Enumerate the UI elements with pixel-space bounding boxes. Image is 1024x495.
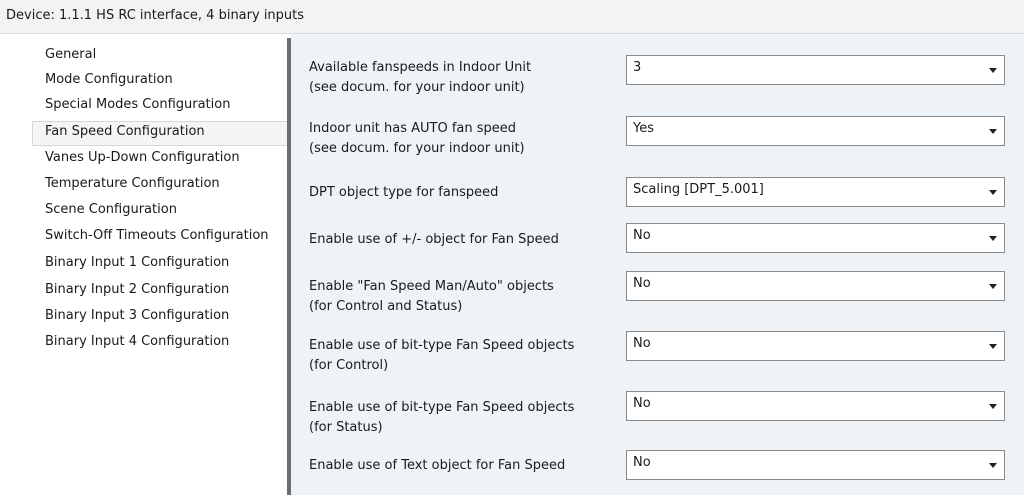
param-label-bit-type-status: Enable use of bit-type Fan Speed objects… <box>309 400 575 435</box>
chevron-down-icon <box>989 129 997 134</box>
chevron-down-icon <box>989 190 997 195</box>
device-title: Device: 1.1.1 HS RC interface, 4 binary … <box>0 0 1024 34</box>
sidebar-item-special-modes-configuration[interactable]: Special Modes Configuration <box>32 94 287 119</box>
param-label-available-fanspeeds: Available fanspeeds in Indoor Unit (see … <box>309 60 532 95</box>
param-label-bit-type-control: Enable use of bit-type Fan Speed objects… <box>309 338 575 373</box>
select-text-object[interactable]: No <box>626 450 1005 480</box>
param-label-auto-fan-speed: Indoor unit has AUTO fan speed (see docu… <box>309 121 525 156</box>
sidebar-item-binary-input-4-configuration[interactable]: Binary Input 4 Configuration <box>32 331 287 356</box>
param-label-text-object: Enable use of Text object for Fan Speed <box>309 458 566 473</box>
param-label-dpt-object-type: DPT object type for fanspeed <box>309 185 499 200</box>
chevron-down-icon <box>989 344 997 349</box>
sidebar-item-mode-configuration[interactable]: Mode Configuration <box>32 69 287 94</box>
sidebar-item-switch-off-timeouts-configuration[interactable]: Switch-Off Timeouts Configuration <box>32 225 287 250</box>
chevron-down-icon <box>989 68 997 73</box>
sidebar-item-general[interactable]: General <box>32 44 287 69</box>
chevron-down-icon <box>989 463 997 468</box>
sidebar-item-vanes-up-down-configuration[interactable]: Vanes Up-Down Configuration <box>32 147 287 172</box>
parameter-panel: Available fanspeeds in Indoor Unit (see … <box>291 34 1024 495</box>
sidebar-item-binary-input-1-configuration[interactable]: Binary Input 1 Configuration <box>32 252 287 277</box>
param-label-plus-minus-object: Enable use of +/- object for Fan Speed <box>309 232 559 247</box>
select-bit-type-status[interactable]: No <box>626 391 1005 421</box>
select-fan-speed-man-auto[interactable]: No <box>626 271 1005 301</box>
chevron-down-icon <box>989 284 997 289</box>
select-dpt-object-type[interactable]: Scaling [DPT_5.001] <box>626 177 1005 207</box>
sidebar-item-binary-input-2-configuration[interactable]: Binary Input 2 Configuration <box>32 279 287 304</box>
select-available-fanspeeds[interactable]: 3 <box>626 55 1005 85</box>
select-plus-minus-object[interactable]: No <box>626 223 1005 253</box>
chevron-down-icon <box>989 404 997 409</box>
chevron-down-icon <box>989 236 997 241</box>
sidebar-item-fan-speed-configuration[interactable]: Fan Speed Configuration <box>32 121 287 146</box>
sidebar-item-scene-configuration[interactable]: Scene Configuration <box>32 199 287 224</box>
param-label-fan-speed-man-auto: Enable "Fan Speed Man/Auto" objects (for… <box>309 279 554 314</box>
sidebar-nav: General Mode Configuration Special Modes… <box>0 34 287 495</box>
select-bit-type-control[interactable]: No <box>626 331 1005 361</box>
select-auto-fan-speed[interactable]: Yes <box>626 116 1005 146</box>
sidebar-item-binary-input-3-configuration[interactable]: Binary Input 3 Configuration <box>32 305 287 330</box>
sidebar-item-temperature-configuration[interactable]: Temperature Configuration <box>32 173 287 198</box>
